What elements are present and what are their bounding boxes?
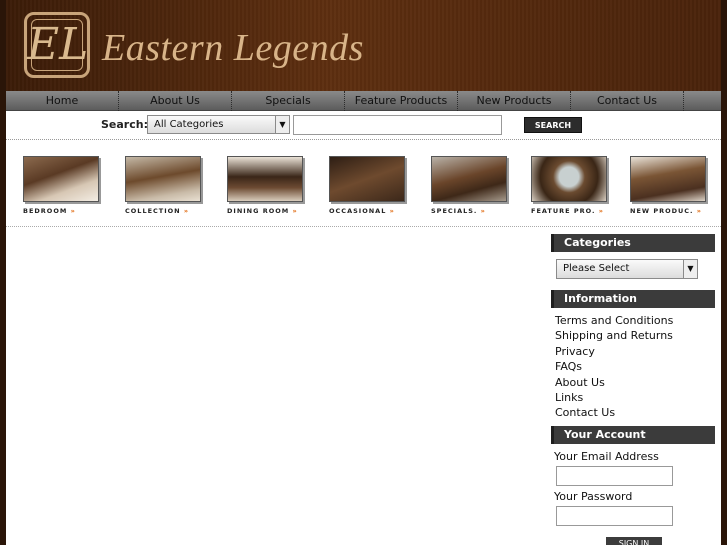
categories-select[interactable]: Please Select ▼ [556, 259, 698, 279]
search-button[interactable]: SEARCH [524, 117, 582, 133]
double-chevron-right-icon: » [292, 207, 297, 215]
category-specials[interactable]: SPECIALS. » [431, 156, 509, 215]
search-bar: Search: All Categories ▼ SEARCH [6, 111, 721, 140]
category-dining-room[interactable]: DINING ROOM » [227, 156, 305, 215]
double-chevron-right-icon: » [696, 207, 701, 215]
account-heading: Your Account [551, 425, 715, 444]
category-label: COLLECTION [125, 207, 181, 215]
category-feature-products[interactable]: FEATURE PRO. » [531, 156, 609, 215]
link-faqs[interactable]: FAQs [555, 359, 715, 374]
category-label: NEW PRODUC. [630, 207, 694, 215]
double-chevron-right-icon: » [183, 207, 188, 215]
search-input[interactable] [293, 115, 502, 135]
occasional-photo[interactable] [329, 156, 405, 202]
category-bedroom[interactable]: BEDROOM » [23, 156, 101, 215]
sign-in-button[interactable]: SIGN IN [606, 537, 662, 545]
category-label: SPECIALS. [431, 207, 478, 215]
main-nav: Home About Us Specials Feature Products … [6, 91, 721, 111]
category-label: FEATURE PRO. [531, 207, 596, 215]
category-label: DINING ROOM [227, 207, 290, 215]
category-occasional[interactable]: OCCASIONAL » [329, 156, 407, 215]
link-contact-us[interactable]: Contact Us [555, 405, 715, 420]
category-select[interactable]: All Categories ▼ [147, 115, 290, 134]
double-chevron-right-icon: » [389, 207, 394, 215]
new-products-photo[interactable] [630, 156, 706, 202]
page: EL Eastern Legends Home About Us Special… [6, 0, 721, 545]
link-about-us[interactable]: About Us [555, 375, 715, 390]
bedroom-photo[interactable] [23, 156, 99, 202]
information-heading: Information [551, 290, 715, 308]
nav-new-products[interactable]: New Products [458, 91, 571, 111]
category-collection[interactable]: COLLECTION » [125, 156, 203, 215]
account-form: Your Email Address Your Password [551, 444, 715, 526]
nav-about-us[interactable]: About Us [119, 91, 232, 111]
chevron-down-icon[interactable]: ▼ [275, 116, 289, 133]
categories-select-value: Please Select [563, 263, 630, 274]
category-label: BEDROOM [23, 207, 68, 215]
nav-home[interactable]: Home [6, 91, 119, 111]
nav-specials[interactable]: Specials [232, 91, 345, 111]
category-strip: BEDROOM » COLLECTION » DINING ROOM » OCC… [6, 142, 721, 227]
logo-icon[interactable]: EL [24, 12, 90, 78]
nav-contact-us[interactable]: Contact Us [571, 91, 684, 111]
site-header: EL Eastern Legends [6, 0, 721, 91]
link-links[interactable]: Links [555, 390, 715, 405]
brand-name[interactable]: Eastern Legends [102, 26, 364, 70]
categories-box: Please Select ▼ [551, 252, 715, 290]
link-shipping-and-returns[interactable]: Shipping and Returns [555, 328, 715, 343]
double-chevron-right-icon: » [598, 207, 603, 215]
search-label: Search: [101, 118, 148, 131]
password-field[interactable] [556, 505, 673, 526]
feature-products-photo[interactable] [531, 156, 607, 202]
link-terms-and-conditions[interactable]: Terms and Conditions [555, 313, 715, 328]
double-chevron-right-icon: » [480, 207, 485, 215]
logo-monogram: EL [27, 19, 89, 70]
nav-feature-products[interactable]: Feature Products [345, 91, 458, 111]
dining-room-photo[interactable] [227, 156, 303, 202]
email-field[interactable] [556, 465, 673, 486]
chevron-down-icon[interactable]: ▼ [683, 260, 697, 278]
double-chevron-right-icon: » [70, 207, 75, 215]
email-label: Your Email Address [554, 449, 659, 463]
category-new-products[interactable]: NEW PRODUC. » [630, 156, 708, 215]
password-label: Your Password [554, 489, 633, 503]
sidebar: Categories Please Select ▼ Information T… [551, 234, 715, 545]
categories-heading: Categories [551, 234, 715, 252]
category-select-value: All Categories [154, 119, 224, 130]
category-label: OCCASIONAL [329, 207, 387, 215]
specials-photo[interactable] [431, 156, 507, 202]
collection-photo[interactable] [125, 156, 201, 202]
information-links: Terms and Conditions Shipping and Return… [551, 308, 715, 426]
link-privacy[interactable]: Privacy [555, 344, 715, 359]
